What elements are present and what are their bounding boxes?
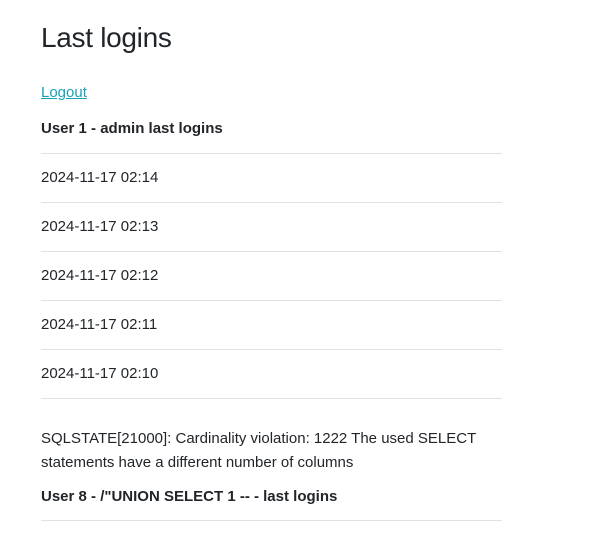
user-1-logins-heading: User 1 - admin last logins	[41, 120, 223, 137]
user-8-login-list-divider	[41, 520, 502, 521]
user-8-logins-heading: User 8 - /"UNION SELECT 1 -- - last logi…	[41, 488, 338, 505]
login-entry: 2024-11-17 02:14	[41, 154, 502, 203]
login-entry: 2024-11-17 02:11	[41, 301, 502, 350]
sql-error-message: SQLSTATE[21000]: Cardinality violation: …	[41, 430, 476, 471]
login-entry: 2024-11-17 02:10	[41, 350, 502, 399]
login-entry: 2024-11-17 02:12	[41, 252, 502, 301]
user-1-login-list: 2024-11-17 02:14 2024-11-17 02:13 2024-1…	[41, 153, 502, 399]
login-entry: 2024-11-17 02:13	[41, 203, 502, 252]
main-container: Last logins Logout User 1 - admin last l…	[41, 0, 502, 521]
logout-link[interactable]: Logout	[41, 83, 87, 103]
page-title: Last logins	[41, 22, 172, 53]
